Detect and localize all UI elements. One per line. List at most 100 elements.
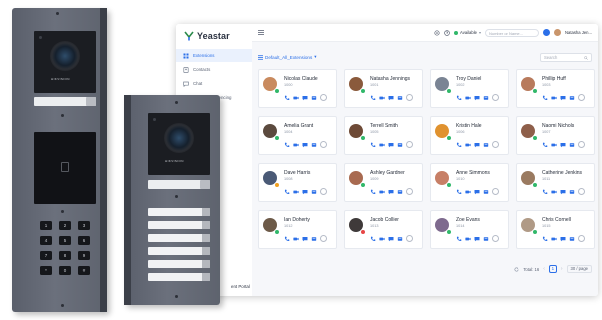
- call-icon[interactable]: [456, 189, 462, 195]
- more-options-icon[interactable]: [406, 188, 413, 195]
- keypad-key[interactable]: 6: [78, 236, 90, 245]
- extension-card[interactable]: Zoe Evans 1014: [430, 210, 509, 249]
- keypad-key[interactable]: 3: [78, 221, 90, 230]
- page-size-select[interactable]: 30 / page: [566, 265, 592, 273]
- extension-card[interactable]: Dave Harris 1008: [258, 163, 337, 202]
- keypad-key[interactable]: #: [78, 266, 90, 275]
- more-options-icon[interactable]: [578, 94, 585, 101]
- call-icon[interactable]: [456, 95, 462, 101]
- settings-icon[interactable]: [434, 29, 440, 36]
- menu-toggle-icon[interactable]: [258, 30, 264, 35]
- video-call-icon[interactable]: [379, 142, 385, 148]
- resident-call-button[interactable]: [148, 221, 210, 229]
- chat-icon[interactable]: [388, 95, 394, 101]
- extension-card[interactable]: Catherine Jenkins 1011: [516, 163, 595, 202]
- next-page-icon[interactable]: ›: [561, 266, 563, 272]
- more-options-icon[interactable]: [320, 235, 327, 242]
- chat-icon[interactable]: [302, 95, 308, 101]
- extension-card[interactable]: Ashley Gardner 1009: [344, 163, 423, 202]
- call-icon[interactable]: [542, 236, 548, 242]
- voicemail-icon[interactable]: [569, 236, 575, 242]
- help-icon[interactable]: [444, 29, 450, 36]
- video-call-icon[interactable]: [465, 189, 471, 195]
- chat-icon[interactable]: [302, 142, 308, 148]
- video-call-icon[interactable]: [293, 189, 299, 195]
- keypad-key[interactable]: 4: [40, 236, 52, 245]
- call-icon[interactable]: [370, 189, 376, 195]
- video-call-icon[interactable]: [551, 189, 557, 195]
- voicemail-icon[interactable]: [483, 189, 489, 195]
- extension-card[interactable]: Phillip Huff 1003: [516, 69, 595, 108]
- keypad-key[interactable]: 7: [40, 251, 52, 260]
- resident-call-button[interactable]: [148, 247, 210, 255]
- extension-card[interactable]: Terrell Smith 1005: [344, 116, 423, 155]
- call-icon[interactable]: [370, 142, 376, 148]
- more-options-icon[interactable]: [492, 188, 499, 195]
- more-options-icon[interactable]: [406, 235, 413, 242]
- call-icon[interactable]: [284, 95, 290, 101]
- video-call-icon[interactable]: [465, 142, 471, 148]
- voicemail-icon[interactable]: [569, 95, 575, 101]
- keypad-key[interactable]: 8: [59, 251, 71, 260]
- more-options-icon[interactable]: [320, 141, 327, 148]
- voicemail-icon[interactable]: [483, 142, 489, 148]
- user-avatar[interactable]: [553, 29, 561, 36]
- chat-icon[interactable]: [388, 189, 394, 195]
- call-icon[interactable]: [542, 189, 548, 195]
- more-options-icon[interactable]: [578, 141, 585, 148]
- video-call-icon[interactable]: [379, 189, 385, 195]
- keypad-key[interactable]: 2: [59, 221, 71, 230]
- extension-card[interactable]: Troy Daniel 1002: [430, 69, 509, 108]
- extension-card[interactable]: Naomi Nichols 1007: [516, 116, 595, 155]
- voicemail-icon[interactable]: [397, 236, 403, 242]
- call-icon[interactable]: [370, 236, 376, 242]
- chat-icon[interactable]: [302, 189, 308, 195]
- chat-icon[interactable]: [474, 236, 480, 242]
- call-icon[interactable]: [284, 142, 290, 148]
- voicemail-icon[interactable]: [483, 236, 489, 242]
- voicemail-icon[interactable]: [311, 189, 317, 195]
- more-options-icon[interactable]: [492, 235, 499, 242]
- voicemail-icon[interactable]: [569, 142, 575, 148]
- extension-card[interactable]: Ian Doherty 1012: [258, 210, 337, 249]
- user-name[interactable]: Natasha Jen...: [565, 30, 592, 35]
- extension-card[interactable]: Anne Simmons 1010: [430, 163, 509, 202]
- voicemail-icon[interactable]: [397, 95, 403, 101]
- video-call-icon[interactable]: [551, 142, 557, 148]
- more-options-icon[interactable]: [578, 235, 585, 242]
- video-call-icon[interactable]: [293, 236, 299, 242]
- video-call-icon[interactable]: [551, 95, 557, 101]
- voicemail-icon[interactable]: [569, 189, 575, 195]
- extension-card[interactable]: Kristin Hale 1006: [430, 116, 509, 155]
- more-options-icon[interactable]: [406, 94, 413, 101]
- video-call-icon[interactable]: [379, 236, 385, 242]
- chat-icon[interactable]: [560, 95, 566, 101]
- call-button[interactable]: [200, 180, 210, 189]
- extension-card[interactable]: Jacob Collier 1013: [344, 210, 423, 249]
- call-icon[interactable]: [370, 95, 376, 101]
- chat-icon[interactable]: [474, 142, 480, 148]
- dial-search-input[interactable]: Number or Name...: [484, 28, 539, 37]
- extension-search-input[interactable]: Search: [540, 53, 592, 62]
- prev-page-icon[interactable]: ‹: [543, 266, 545, 272]
- call-icon[interactable]: [284, 189, 290, 195]
- more-options-icon[interactable]: [578, 188, 585, 195]
- video-call-icon[interactable]: [293, 142, 299, 148]
- resident-call-button[interactable]: [148, 260, 210, 268]
- resident-call-button[interactable]: [148, 273, 210, 281]
- chat-icon[interactable]: [474, 95, 480, 101]
- presence-status-selector[interactable]: Available ▾: [454, 30, 481, 35]
- chat-icon[interactable]: [388, 236, 394, 242]
- voicemail-icon[interactable]: [397, 142, 403, 148]
- call-icon[interactable]: [456, 236, 462, 242]
- chat-icon[interactable]: [560, 142, 566, 148]
- voicemail-icon[interactable]: [483, 95, 489, 101]
- call-icon[interactable]: [456, 142, 462, 148]
- sidebar-item-chat[interactable]: Chat: [176, 77, 252, 90]
- call-icon[interactable]: [542, 142, 548, 148]
- video-call-icon[interactable]: [379, 95, 385, 101]
- chat-icon[interactable]: [560, 189, 566, 195]
- current-page[interactable]: 1: [548, 265, 557, 273]
- extension-group-selector[interactable]: Default_All_Extensions ▾: [258, 54, 317, 60]
- phone-badge-icon[interactable]: [542, 29, 550, 36]
